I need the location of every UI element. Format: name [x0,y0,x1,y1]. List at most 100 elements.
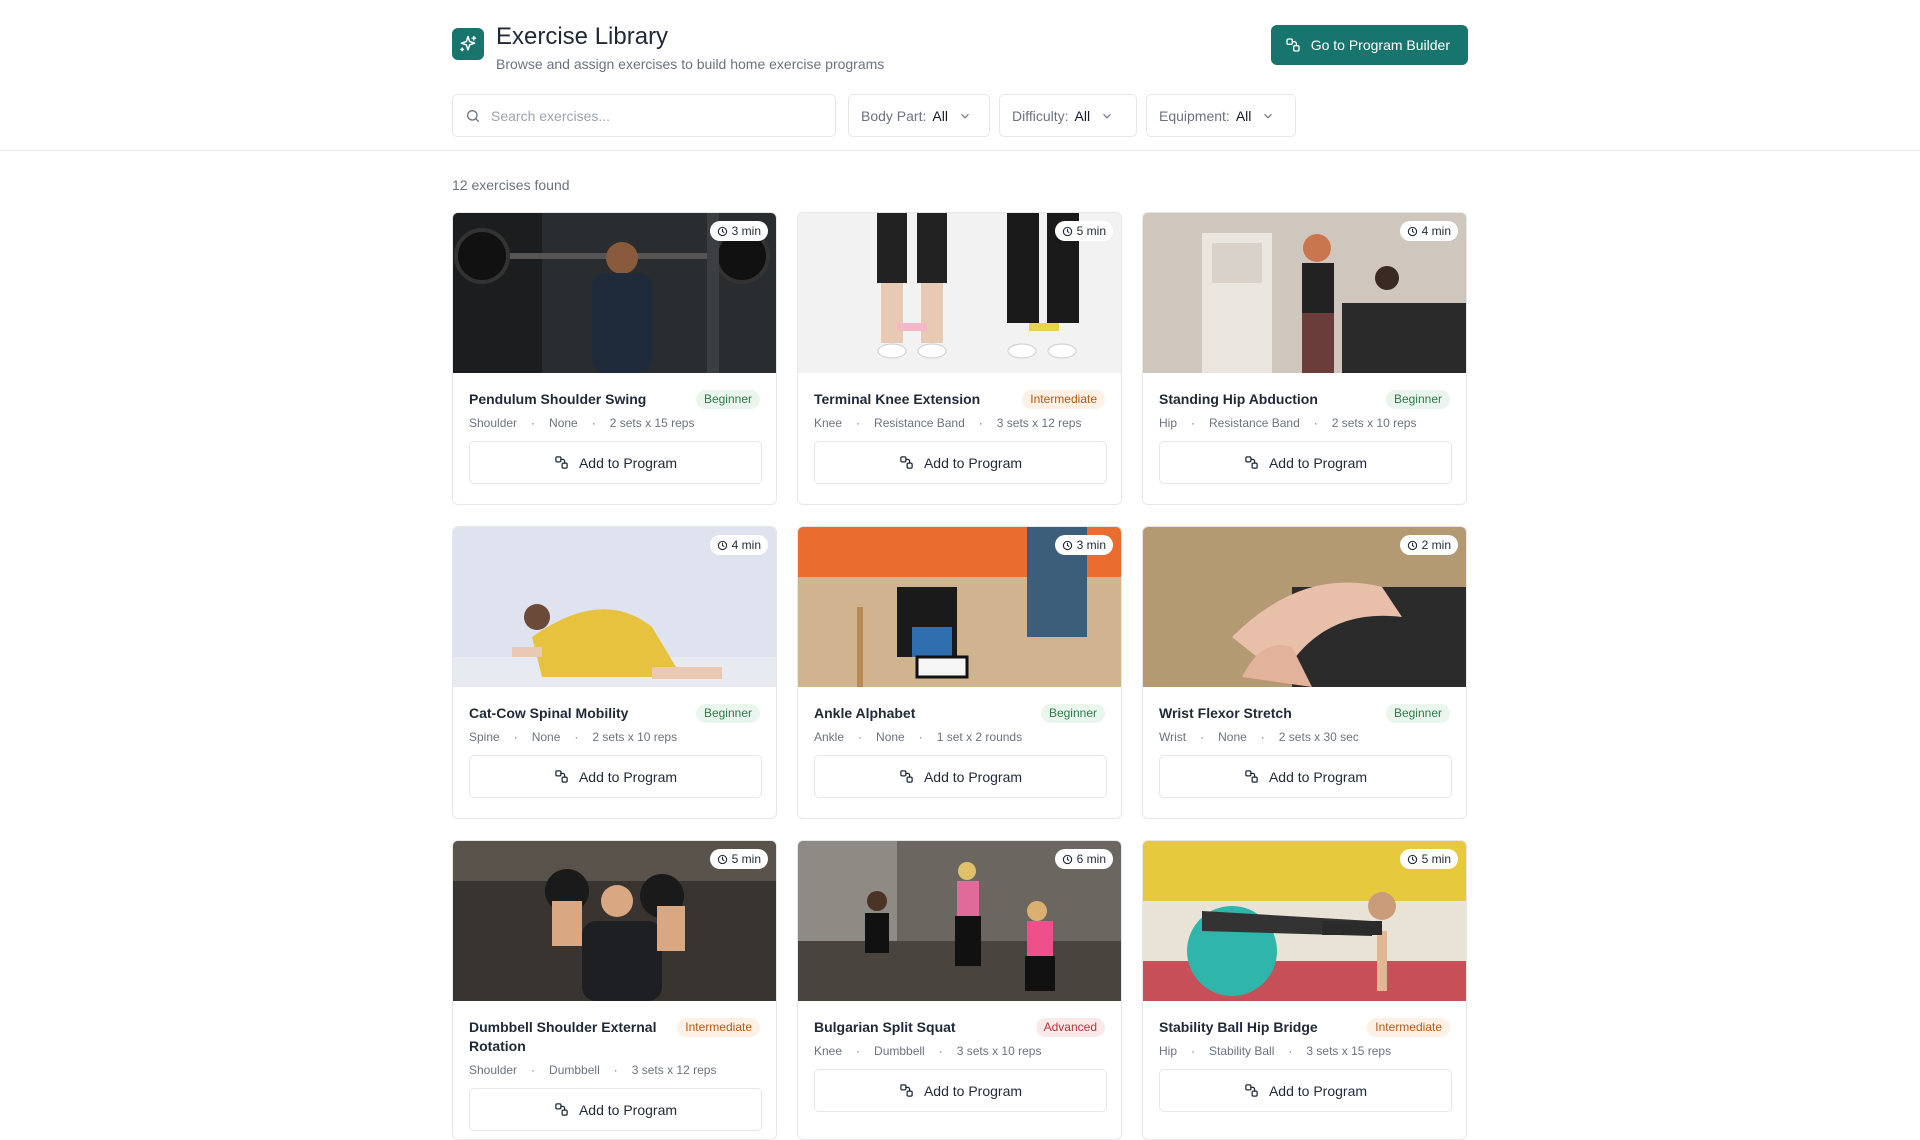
go-to-program-builder-button[interactable]: Go to Program Builder [1270,25,1468,65]
link-icon [900,770,913,783]
exercise-meta: Knee · Dumbbell · 3 sets x 10 reps [814,1044,1042,1058]
clock-icon [1407,226,1417,236]
exercise-grid: 3 min Pendulum Shoulder Swing Beginner S… [452,212,1468,1140]
clock-icon [717,540,727,550]
equipment: None [531,730,561,744]
duration-text: 6 min [1076,852,1106,866]
add-to-program-button[interactable]: Add to Program [814,1069,1107,1112]
duration-badge: 6 min [1054,849,1113,869]
exercise-meta: Shoulder · Dumbbell · 3 sets x 12 reps [469,1063,717,1077]
page-title: Exercise Library [496,23,669,50]
filter-label: Body Part: [861,107,927,124]
duration-text: 3 min [1076,538,1106,552]
equipment: Dumbbell [549,1063,600,1077]
exercise-meta: Spine · None · 2 sets x 10 reps [469,730,678,744]
body-part: Spine [469,730,500,744]
clock-icon [1407,540,1417,550]
exercise-name: Bulgarian Split Squat [814,1019,956,1035]
exercise-card: 4 min Standing Hip Abduction Beginner Hi… [1142,212,1467,505]
body-part: Knee [814,416,843,430]
duration-badge: 3 min [1054,535,1113,555]
difficulty-badge: Beginner [695,704,760,723]
add-button-label: Add to Program [923,768,1023,785]
exercise-card: 2 min Wrist Flexor Stretch Beginner Wris… [1142,526,1467,819]
exercise-name: Standing Hip Abduction [1159,391,1318,407]
exercise-meta: Hip · Stability Ball · 3 sets x 15 reps [1159,1044,1392,1058]
add-to-program-button[interactable]: Add to Program [469,441,762,484]
exercise-name: Pendulum Shoulder Swing [469,391,647,407]
duration-text: 5 min [1421,852,1451,866]
body-part: Hip [1159,416,1178,430]
search-input[interactable] [491,107,811,124]
exercise-thumbnail[interactable]: 5 min [798,213,1121,373]
exercise-thumbnail[interactable]: 6 min [798,841,1121,1001]
exercise-thumbnail[interactable]: 5 min [1143,841,1466,1001]
add-to-program-button[interactable]: Add to Program [814,441,1107,484]
exercise-name: Terminal Knee Extension [814,391,981,407]
link-icon [1245,456,1258,469]
link-icon [1245,1084,1258,1097]
dosage: 1 set x 2 rounds [936,730,1023,744]
exercise-meta: Shoulder · None · 2 sets x 15 reps [469,416,695,430]
difficulty-filter[interactable]: Difficulty: All [999,94,1137,137]
equipment: Resistance Band [1209,416,1300,430]
filter-value: All [1235,107,1252,124]
add-to-program-button[interactable]: Add to Program [1159,755,1452,798]
exercise-name: Wrist Flexor Stretch [1159,705,1292,721]
add-to-program-button[interactable]: Add to Program [1159,441,1452,484]
add-button-label: Add to Program [923,454,1023,471]
add-button-label: Add to Program [923,1082,1023,1099]
chevron-down-icon [961,113,969,119]
add-button-label: Add to Program [578,1101,678,1118]
chevron-down-icon [1264,113,1273,119]
exercise-card: 5 min Stability Ball Hip Bridge Intermed… [1142,840,1467,1140]
add-to-program-button[interactable]: Add to Program [814,755,1107,798]
duration-badge: 3 min [709,221,768,241]
exercise-card: 3 min Pendulum Shoulder Swing Beginner S… [452,212,777,505]
exercise-thumbnail[interactable]: 3 min [453,213,776,373]
add-button-label: Add to Program [578,768,678,785]
difficulty-badge: Beginner [695,390,760,409]
exercise-thumbnail[interactable]: 2 min [1143,527,1466,687]
dosage: 3 sets x 12 reps [631,1063,717,1077]
results-count: 12 exercises found [452,177,570,193]
exercise-thumbnail[interactable]: 5 min [453,841,776,1001]
duration-text: 4 min [1421,224,1451,238]
dosage: 3 sets x 15 reps [1306,1044,1392,1058]
add-to-program-button[interactable]: Add to Program [1159,1069,1452,1112]
equipment-filter[interactable]: Equipment: All [1146,94,1296,137]
equipment: None [876,730,905,744]
body-part-filter[interactable]: Body Part: All [848,94,990,137]
exercise-card: 5 min Dumbbell Shoulder External Rotatio… [452,840,777,1140]
search-box[interactable] [452,94,836,137]
add-button-label: Add to Program [1268,1082,1368,1099]
duration-badge: 4 min [1399,221,1458,241]
difficulty-badge: Intermediate [1367,1018,1450,1037]
clock-icon [717,854,727,864]
filter-label: Difficulty: [1012,107,1069,124]
duration-badge: 5 min [1399,849,1458,869]
exercise-meta: Ankle · None · 1 set x 2 rounds [814,730,1023,744]
clock-icon [1062,540,1072,550]
difficulty-badge: Intermediate [1022,390,1105,409]
equipment: Stability Ball [1209,1044,1275,1058]
equipment: Dumbbell [874,1044,925,1058]
exercise-thumbnail[interactable]: 3 min [798,527,1121,687]
body-part: Shoulder [469,416,518,430]
duration-text: 3 min [731,224,761,238]
clock-icon [717,226,727,236]
body-part: Hip [1159,1044,1178,1058]
add-to-program-button[interactable]: Add to Program [469,1088,762,1131]
link-icon [1286,38,1300,52]
duration-text: 5 min [1076,224,1106,238]
exercise-thumbnail[interactable]: 4 min [453,527,776,687]
search-icon [467,109,479,122]
difficulty-badge: Advanced [1035,1018,1105,1037]
duration-text: 2 min [1421,538,1451,552]
duration-text: 4 min [731,538,761,552]
equipment: None [1218,730,1247,744]
filter-value: All [1074,107,1091,124]
add-to-program-button[interactable]: Add to Program [469,755,762,798]
difficulty-badge: Intermediate [677,1018,760,1037]
exercise-thumbnail[interactable]: 4 min [1143,213,1466,373]
